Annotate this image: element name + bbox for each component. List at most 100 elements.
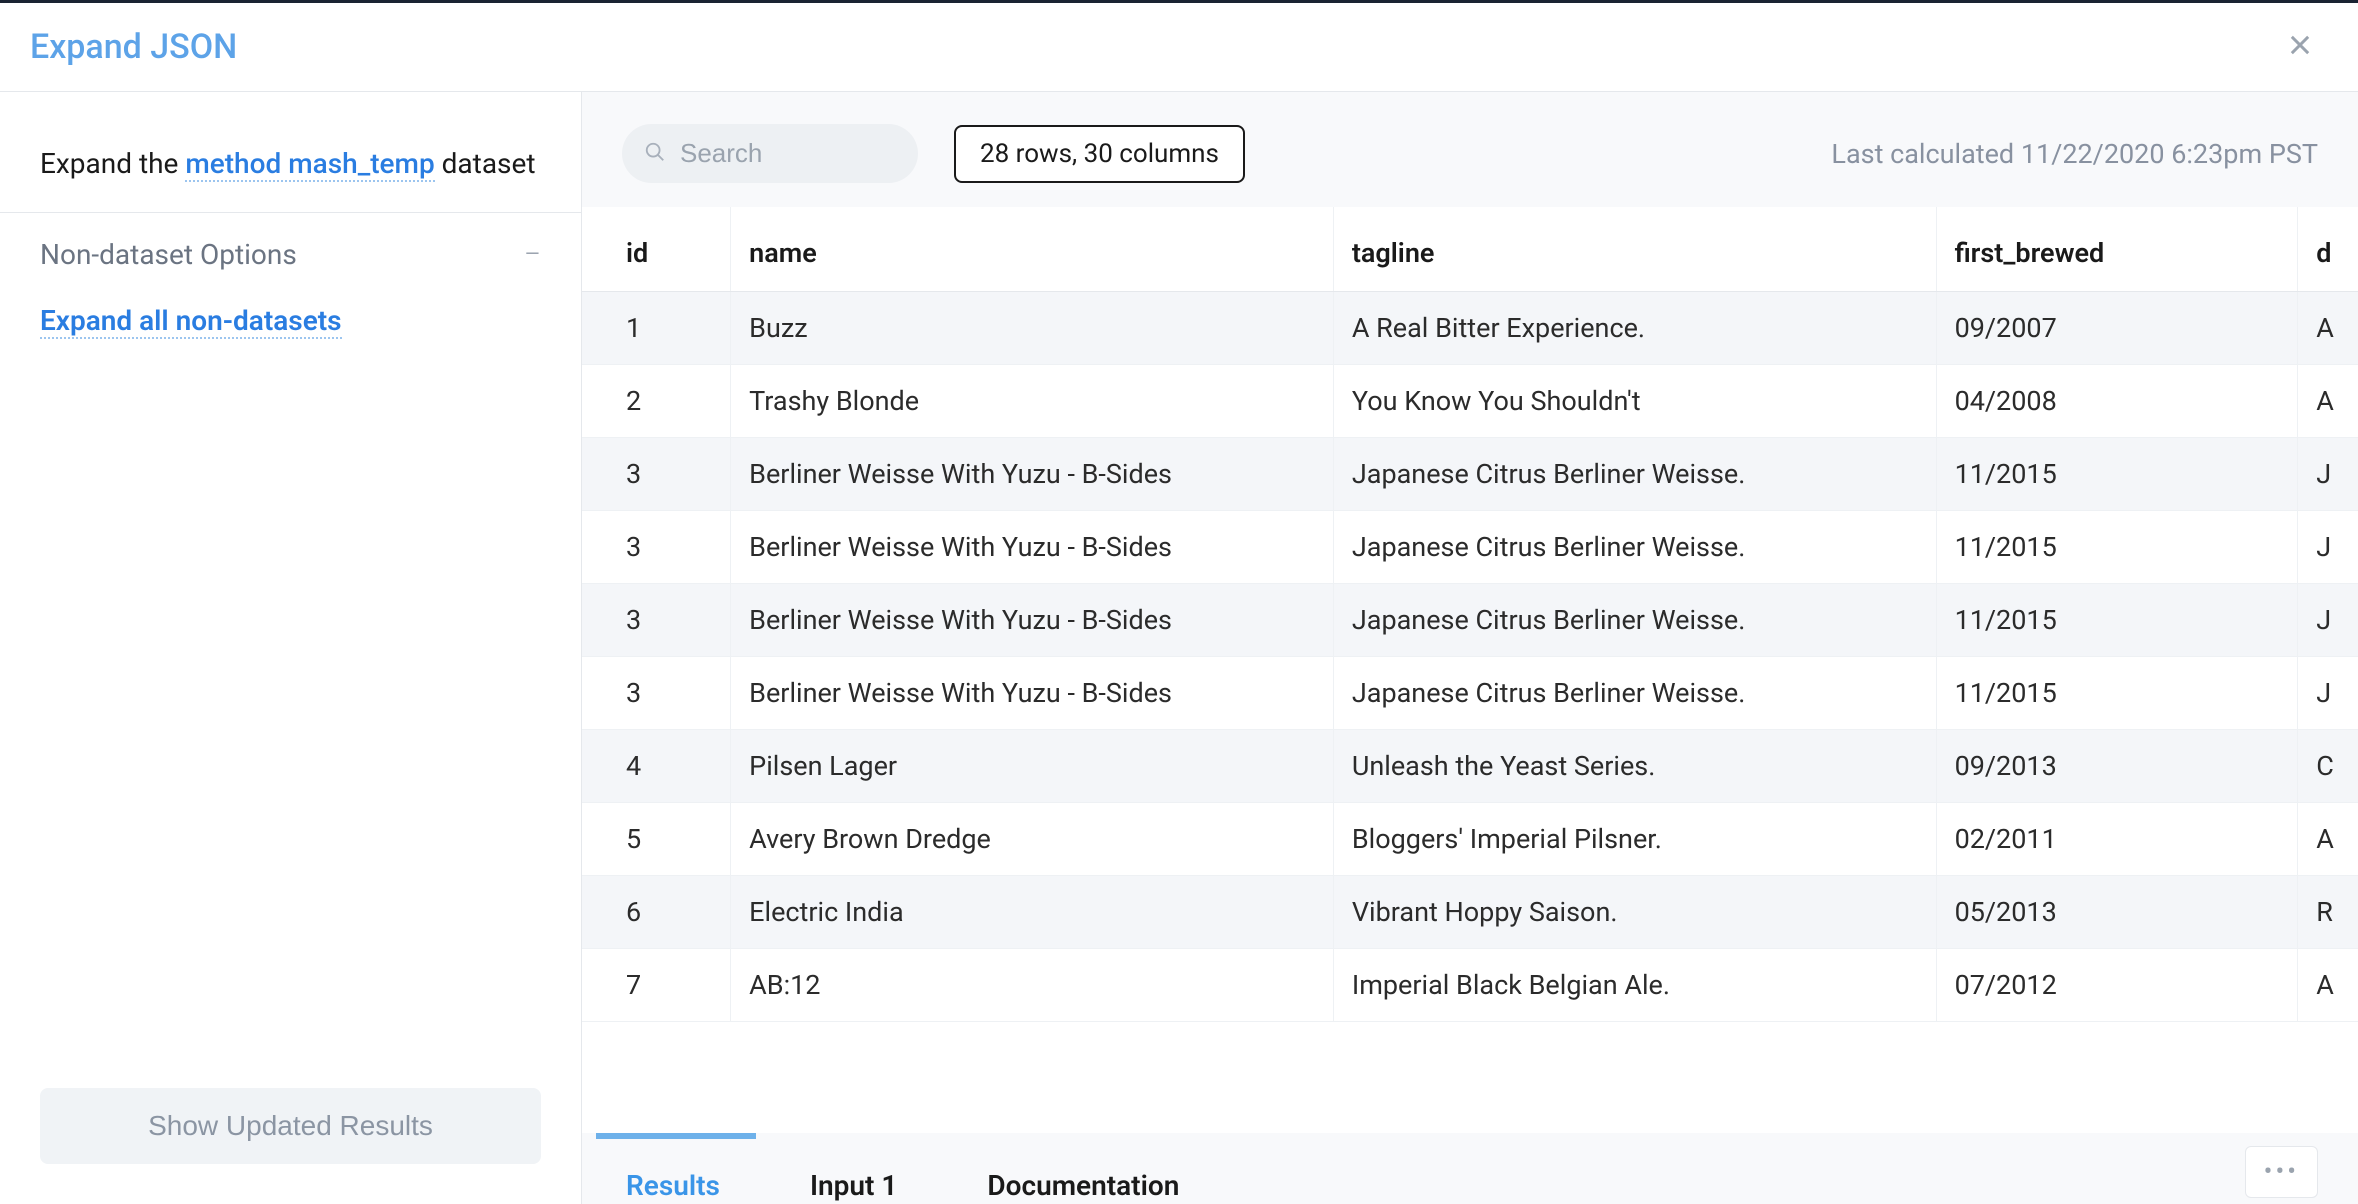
- modal-header: Expand JSON: [0, 3, 2358, 92]
- dataset-link[interactable]: method mash_temp: [185, 147, 434, 182]
- table-row[interactable]: 5Avery Brown DredgeBloggers' Imperial Pi…: [582, 803, 2358, 876]
- nondataset-options-section: Non-dataset Options − Expand all non-dat…: [0, 213, 581, 351]
- cell-first-brewed: 05/2013: [1936, 876, 2298, 949]
- cell-id: 6: [582, 876, 731, 949]
- cell-first-brewed: 11/2015: [1936, 584, 2298, 657]
- cell-d: R: [2298, 876, 2358, 949]
- cell-name: Electric India: [731, 876, 1334, 949]
- column-header-first-brewed[interactable]: first_brewed: [1936, 207, 2298, 292]
- tab-input-1[interactable]: Input 1: [810, 1169, 897, 1202]
- table-row[interactable]: 3Berliner Weisse With Yuzu - B-SidesJapa…: [582, 584, 2358, 657]
- table-row[interactable]: 3Berliner Weisse With Yuzu - B-SidesJapa…: [582, 438, 2358, 511]
- column-header-name[interactable]: name: [731, 207, 1334, 292]
- cell-id: 1: [582, 292, 731, 365]
- cell-d: A: [2298, 292, 2358, 365]
- cell-first-brewed: 11/2015: [1936, 511, 2298, 584]
- cell-id: 5: [582, 803, 731, 876]
- cell-first-brewed: 04/2008: [1936, 365, 2298, 438]
- cell-id: 4: [582, 730, 731, 803]
- cell-tagline: Imperial Black Belgian Ale.: [1333, 949, 1936, 1022]
- section-header[interactable]: Non-dataset Options −: [40, 237, 541, 272]
- tabs: Results Input 1 Documentation: [596, 1139, 1209, 1204]
- cell-tagline: Japanese Citrus Berliner Weisse.: [1333, 438, 1936, 511]
- cell-first-brewed: 02/2011: [1936, 803, 2298, 876]
- cell-id: 3: [582, 584, 731, 657]
- cell-d: A: [2298, 803, 2358, 876]
- close-button[interactable]: [2282, 29, 2318, 65]
- cell-tagline: A Real Bitter Experience.: [1333, 292, 1936, 365]
- column-header-d[interactable]: d: [2298, 207, 2358, 292]
- cell-d: J: [2298, 584, 2358, 657]
- cell-id: 2: [582, 365, 731, 438]
- cell-name: Trashy Blonde: [731, 365, 1334, 438]
- expand-suffix: dataset: [435, 147, 536, 180]
- modal-title: Expand JSON: [30, 27, 237, 67]
- table-header-row: id name tagline first_brewed d: [582, 207, 2358, 292]
- sidebar: Expand the method mash_temp dataset Non-…: [0, 92, 582, 1204]
- section-body: Expand all non-datasets: [40, 272, 541, 339]
- cell-first-brewed: 11/2015: [1936, 438, 2298, 511]
- cell-tagline: Bloggers' Imperial Pilsner.: [1333, 803, 1936, 876]
- cell-name: Berliner Weisse With Yuzu - B-Sides: [731, 584, 1334, 657]
- main-panel: 28 rows, 30 columns Last calculated 11/2…: [582, 92, 2358, 1204]
- results-table: id name tagline first_brewed d 1BuzzA Re…: [582, 207, 2358, 1022]
- cell-name: Pilsen Lager: [731, 730, 1334, 803]
- cell-id: 3: [582, 438, 731, 511]
- ellipsis-icon: •••: [2264, 1157, 2299, 1187]
- cell-tagline: You Know You Shouldn't: [1333, 365, 1936, 438]
- cell-first-brewed: 09/2013: [1936, 730, 2298, 803]
- cell-d: A: [2298, 949, 2358, 1022]
- cell-name: Berliner Weisse With Yuzu - B-Sides: [731, 438, 1334, 511]
- results-table-wrap[interactable]: id name tagline first_brewed d 1BuzzA Re…: [582, 207, 2358, 1133]
- cell-name: Avery Brown Dredge: [731, 803, 1334, 876]
- modal-body: Expand the method mash_temp dataset Non-…: [0, 92, 2358, 1204]
- cell-d: J: [2298, 657, 2358, 730]
- cell-d: A: [2298, 365, 2358, 438]
- search-wrapper: [622, 124, 918, 183]
- expand-sentence: Expand the method mash_temp dataset: [40, 140, 541, 188]
- search-input[interactable]: [622, 124, 918, 183]
- table-row[interactable]: 6Electric IndiaVibrant Hoppy Saison.05/2…: [582, 876, 2358, 949]
- sidebar-spacer: [0, 351, 581, 1064]
- expand-all-link[interactable]: Expand all non-datasets: [40, 304, 342, 339]
- more-menu-button[interactable]: •••: [2245, 1146, 2318, 1198]
- cell-name: AB:12: [731, 949, 1334, 1022]
- table-row[interactable]: 4Pilsen LagerUnleash the Yeast Series.09…: [582, 730, 2358, 803]
- tab-documentation[interactable]: Documentation: [987, 1169, 1179, 1202]
- cell-name: Buzz: [731, 292, 1334, 365]
- cell-d: C: [2298, 730, 2358, 803]
- modal-root: Expand JSON Expand the method mash_temp …: [0, 0, 2358, 1204]
- cell-name: Berliner Weisse With Yuzu - B-Sides: [731, 511, 1334, 584]
- main-toolbar: 28 rows, 30 columns Last calculated 11/2…: [582, 92, 2358, 207]
- cell-tagline: Japanese Citrus Berliner Weisse.: [1333, 584, 1936, 657]
- tabs-row: Results Input 1 Documentation •••: [582, 1139, 2358, 1204]
- table-row[interactable]: 3Berliner Weisse With Yuzu - B-SidesJapa…: [582, 657, 2358, 730]
- cell-d: J: [2298, 438, 2358, 511]
- row-column-count: 28 rows, 30 columns: [954, 125, 1245, 183]
- cell-first-brewed: 07/2012: [1936, 949, 2298, 1022]
- sidebar-description: Expand the method mash_temp dataset: [0, 92, 581, 213]
- collapse-icon: −: [524, 237, 541, 272]
- tab-results[interactable]: Results: [626, 1169, 720, 1202]
- cell-tagline: Japanese Citrus Berliner Weisse.: [1333, 511, 1936, 584]
- cell-first-brewed: 09/2007: [1936, 292, 2298, 365]
- last-calculated-text: Last calculated 11/22/2020 6:23pm PST: [1831, 138, 2318, 170]
- close-icon: [2286, 31, 2314, 63]
- table-row[interactable]: 7AB:12Imperial Black Belgian Ale.07/2012…: [582, 949, 2358, 1022]
- cell-name: Berliner Weisse With Yuzu - B-Sides: [731, 657, 1334, 730]
- show-updated-results-button[interactable]: Show Updated Results: [40, 1088, 541, 1164]
- table-row[interactable]: 2Trashy BlondeYou Know You Shouldn't04/2…: [582, 365, 2358, 438]
- column-header-tagline[interactable]: tagline: [1333, 207, 1936, 292]
- expand-prefix: Expand the: [40, 147, 185, 180]
- table-row[interactable]: 3Berliner Weisse With Yuzu - B-SidesJapa…: [582, 511, 2358, 584]
- column-header-id[interactable]: id: [582, 207, 731, 292]
- section-title: Non-dataset Options: [40, 238, 297, 271]
- cell-tagline: Unleash the Yeast Series.: [1333, 730, 1936, 803]
- cell-first-brewed: 11/2015: [1936, 657, 2298, 730]
- sidebar-footer: Show Updated Results: [0, 1064, 581, 1204]
- cell-id: 3: [582, 657, 731, 730]
- cell-d: J: [2298, 511, 2358, 584]
- cell-tagline: Vibrant Hoppy Saison.: [1333, 876, 1936, 949]
- table-row[interactable]: 1BuzzA Real Bitter Experience.09/2007A: [582, 292, 2358, 365]
- cell-id: 3: [582, 511, 731, 584]
